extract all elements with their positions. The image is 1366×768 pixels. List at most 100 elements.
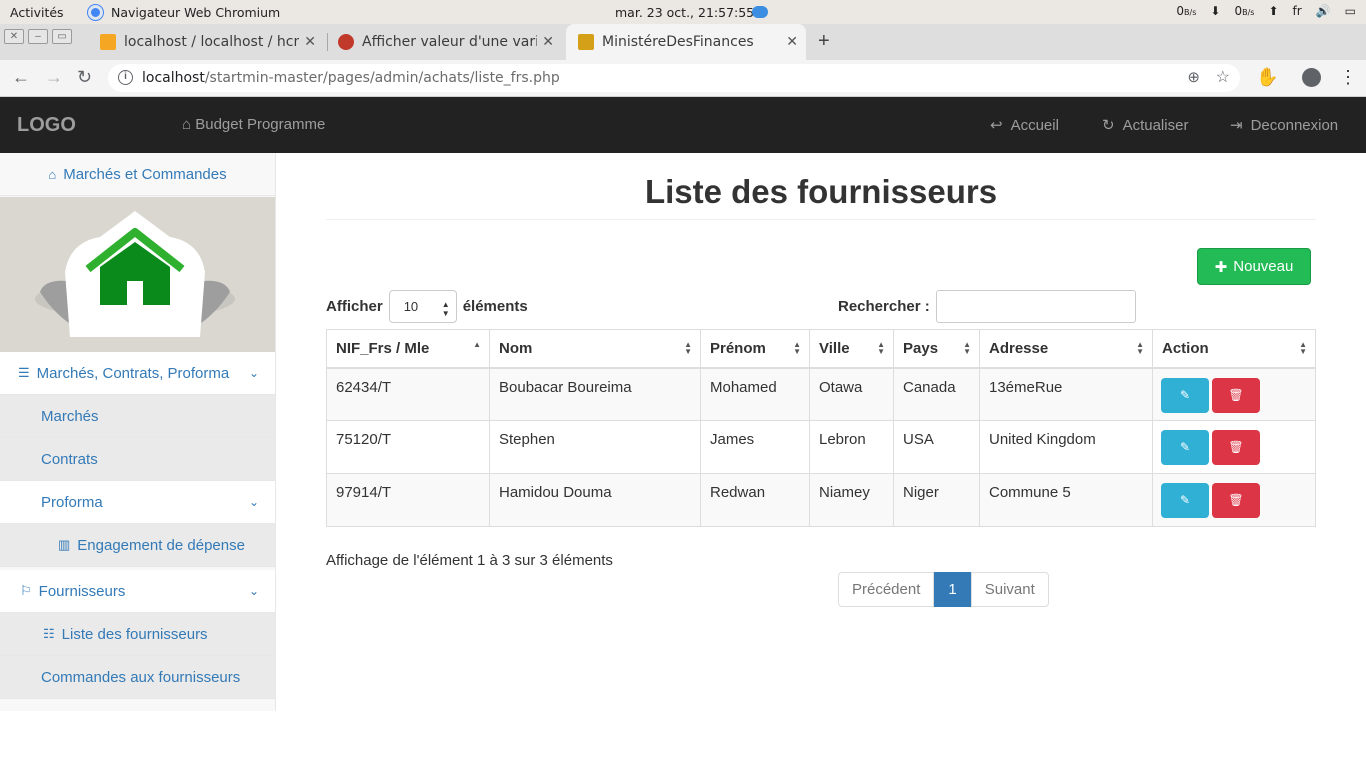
cell-ville: Lebron — [809, 420, 894, 474]
column-header-nom[interactable]: Nom ▲ ▼ — [489, 329, 701, 369]
home-icon: ⌂ — [182, 116, 196, 133]
site-info-icon[interactable]: i — [118, 70, 133, 85]
column-header-prenom[interactable]: Prénom ▲ ▼ — [700, 329, 810, 369]
close-tab-icon[interactable]: ✕ — [304, 34, 316, 50]
sort-icon: ▲ ▼ — [877, 340, 885, 356]
edit-button[interactable]: ✎ — [1161, 430, 1209, 465]
sort-icon: ▲ ▼ — [684, 340, 692, 356]
back-icon[interactable]: ← — [12, 67, 30, 88]
brand-link[interactable]: ⌂ Budget Programme — [182, 116, 325, 133]
search-input[interactable] — [935, 290, 1136, 323]
tab-phpmyadmin[interactable]: localhost / localhost / hcm ✕ — [92, 24, 324, 60]
delete-button[interactable]: 🗑 — [1212, 430, 1260, 465]
sidebar-item-contrats[interactable]: Contrats — [0, 438, 275, 481]
cell-ville: Niamey — [809, 473, 894, 527]
notification-icon — [752, 6, 768, 18]
cell-actions: ✎ 🗑 — [1152, 473, 1316, 527]
cell-nom: Boubacar Boureima — [489, 367, 701, 421]
language-indicator[interactable]: fr — [1293, 4, 1302, 18]
battery-icon[interactable]: ▭ — [1345, 4, 1356, 18]
select-arrows-icon: ▲ ▼ — [441, 300, 450, 318]
sidebar-item-liste-fournisseurs[interactable]: ☷ Liste des fournisseurs — [0, 613, 275, 656]
cell-adresse: United Kingdom — [979, 420, 1153, 474]
close-tab-icon[interactable]: ✕ — [786, 34, 798, 50]
list-icon: ☷ — [43, 626, 55, 641]
chevron-down-icon: ⌄ — [248, 584, 259, 598]
maximize-window-icon[interactable]: ▭ — [52, 29, 72, 44]
delete-button[interactable]: 🗑 — [1212, 377, 1260, 413]
sidebar-item-contracts-section[interactable]: ☰ Marchés, Contrats, Proforma ⌄ — [0, 352, 275, 395]
sidebar-item-engagement[interactable]: ▥ Engagement de dépense — [0, 524, 275, 567]
edit-button[interactable]: ✎ — [1161, 483, 1209, 518]
net-down-speed: 0B/s — [1176, 4, 1197, 18]
app-name: Navigateur Web Chromium — [111, 5, 281, 20]
upload-arrow-icon: ⬆ — [1268, 4, 1279, 18]
clock[interactable]: mar. 23 oct., 21:57:55 — [615, 5, 754, 20]
volume-icon[interactable]: 🔊 — [1316, 4, 1331, 18]
new-tab-button[interactable]: + — [818, 30, 830, 53]
reload-icon[interactable]: ↻ — [77, 67, 92, 88]
logo[interactable]: LOGO — [17, 114, 76, 137]
sidebar-item-marches-commandes[interactable]: ⌂ Marchés et Commandes — [0, 153, 275, 196]
bookmark-star-icon[interactable]: ☆ — [1216, 67, 1230, 87]
tab-ministere[interactable]: MinistéreDesFinances ✕ — [566, 24, 806, 60]
cell-nif: 75120/T — [326, 420, 490, 474]
edit-icon: ✎ — [1179, 493, 1191, 507]
forward-icon[interactable]: → — [45, 67, 63, 88]
trash-icon: 🗑 — [1228, 440, 1244, 454]
deconnexion-link[interactable]: ⇥ Deconnexion — [1230, 116, 1338, 135]
sidebar-item-proforma[interactable]: Proforma ⌄ — [0, 481, 275, 524]
cell-nif: 97914/T — [326, 473, 490, 527]
cell-prenom: Mohamed — [700, 367, 810, 421]
zoom-icon[interactable]: ⊕ — [1187, 68, 1200, 86]
search-control: Rechercher : — [838, 290, 1136, 323]
delete-button[interactable]: 🗑 — [1212, 483, 1260, 518]
column-header-action[interactable]: Action ▲ ▼ — [1152, 329, 1316, 369]
edit-button[interactable]: ✎ — [1161, 377, 1209, 413]
activities-button[interactable]: Activités — [10, 5, 64, 20]
page-length-select[interactable]: 10 ▲ ▼ — [388, 290, 457, 323]
column-header-ville[interactable]: Ville ▲ ▼ — [809, 329, 894, 369]
reply-icon: ↩ — [990, 117, 1003, 134]
phpmyadmin-icon — [100, 34, 116, 50]
system-top-bar: Activités Navigateur Web Chromium mar. 2… — [0, 0, 1366, 24]
system-tray[interactable]: 0B/s ⬇ 0B/s ⬆ fr 🔊 ▭ — [1176, 4, 1356, 18]
cell-nom: Stephen — [489, 420, 701, 474]
accueil-link[interactable]: ↩ Accueil — [990, 116, 1059, 135]
pagination-next[interactable]: Suivant — [970, 572, 1049, 607]
tab-stackoverflow[interactable]: Afficher valeur d'une variabl ✕ — [330, 24, 562, 60]
sidebar: ⌂ Marchés et Commandes ☰ Marchés, Contra… — [0, 153, 276, 711]
close-tab-icon[interactable]: ✕ — [542, 34, 554, 50]
column-header-adresse[interactable]: Adresse ▲ ▼ — [979, 329, 1153, 369]
extension-icon[interactable]: ✋ — [1256, 67, 1278, 88]
pagination-previous[interactable]: Précédent — [838, 572, 935, 607]
column-header-pays[interactable]: Pays ▲ ▼ — [893, 329, 980, 369]
column-header-nif[interactable]: NIF_Frs / Mle ▲ — [326, 329, 490, 369]
cell-pays: USA — [893, 420, 980, 474]
menu-kebab-icon[interactable]: ⋮ — [1339, 67, 1357, 88]
sidebar-item-marches[interactable]: Marchés — [0, 395, 275, 438]
new-supplier-button[interactable]: ✚ Nouveau — [1197, 248, 1311, 285]
app-menu[interactable]: Navigateur Web Chromium — [88, 5, 280, 20]
cell-actions: ✎ 🗑 — [1152, 420, 1316, 474]
page-length-control: Afficher 10 ▲ ▼ éléments — [326, 290, 528, 323]
pagination-page-1[interactable]: 1 — [934, 572, 971, 607]
home-icon: ⌂ — [48, 166, 57, 182]
omnibox[interactable]: i localhost/startmin-master/pages/admin/… — [108, 64, 1240, 92]
list-indent-icon: ☰ — [18, 365, 30, 380]
actualiser-link[interactable]: ↻ Actualiser — [1102, 116, 1188, 135]
profile-avatar-icon[interactable] — [1302, 68, 1321, 87]
logout-icon: ⇥ — [1230, 117, 1243, 134]
table-row: 62434/T Boubacar Boureima Mohamed Otawa … — [326, 367, 1316, 421]
edit-icon: ✎ — [1179, 440, 1191, 454]
sidebar-item-fournisseurs[interactable]: ⚐ Fournisseurs ⌄ — [0, 570, 275, 613]
close-window-icon[interactable]: ✕ — [4, 29, 24, 44]
chromium-icon — [88, 5, 103, 20]
url-text[interactable]: localhost/startmin-master/pages/admin/ac… — [142, 70, 560, 86]
cell-adresse: 13émeRue — [979, 367, 1153, 421]
address-bar-row: ← → ↻ i localhost/startmin-master/pages/… — [0, 60, 1366, 97]
minimize-window-icon[interactable]: – — [28, 29, 48, 44]
cell-nom: Hamidou Douma — [489, 473, 701, 527]
sort-asc-icon: ▲ — [473, 340, 481, 349]
sidebar-item-commandes[interactable]: Commandes aux fournisseurs — [0, 656, 275, 699]
